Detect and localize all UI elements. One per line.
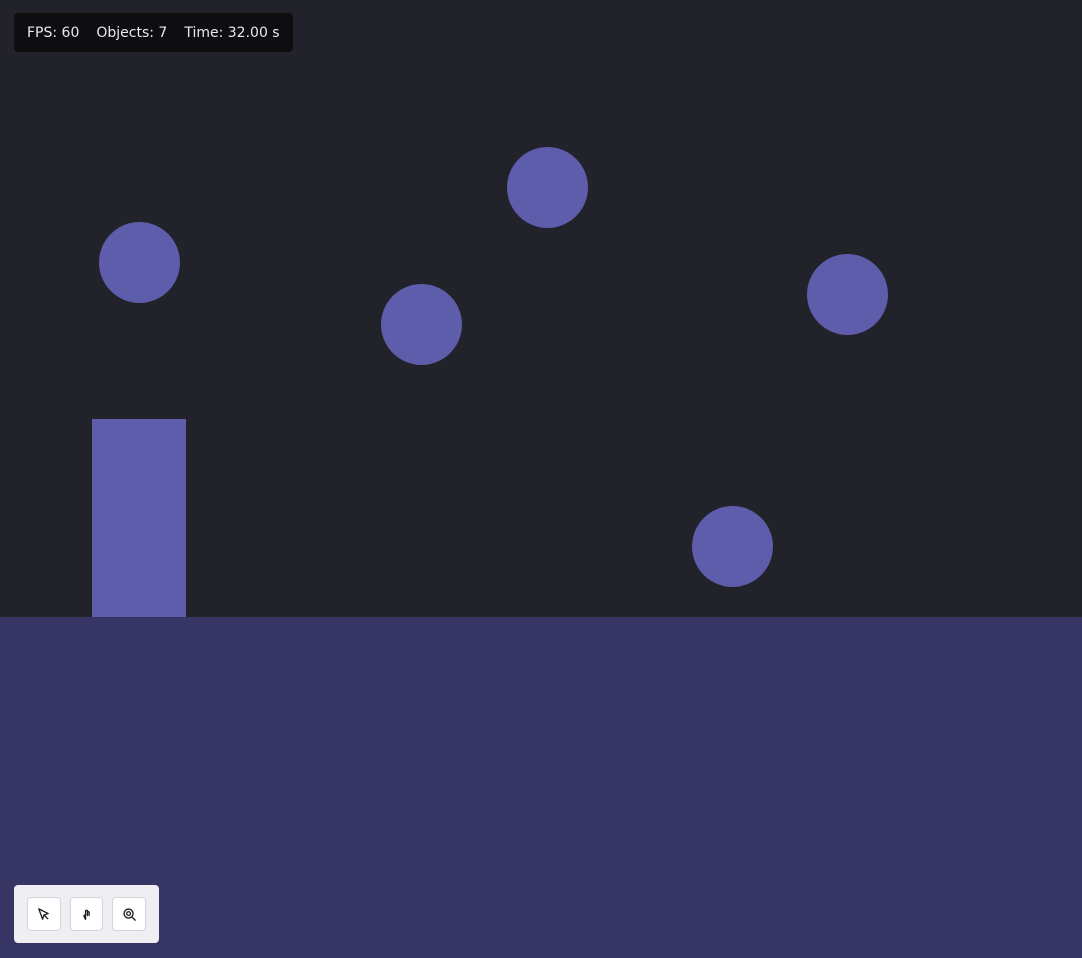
tool-palette <box>14 885 159 943</box>
box-body[interactable] <box>92 419 186 617</box>
stats-hud: FPS: 60 Objects: 7 Time: 32.00 s <box>14 13 293 52</box>
ball-body[interactable] <box>807 254 888 335</box>
zoom-tool-button[interactable] <box>112 897 147 931</box>
zoom-icon <box>123 907 136 921</box>
ball-body[interactable] <box>99 222 180 303</box>
ball-body[interactable] <box>507 147 588 228</box>
select-pointer-icon <box>38 907 50 920</box>
fps-readout: FPS: 60 <box>27 24 80 41</box>
ball-body[interactable] <box>692 506 773 587</box>
grab-tool-button[interactable] <box>69 897 104 931</box>
physics-canvas[interactable]: FPS: 60 Objects: 7 Time: 32.00 s <box>0 0 1082 958</box>
ball-body[interactable] <box>381 284 462 365</box>
ground-body[interactable] <box>0 617 1082 958</box>
object-count-readout: Objects: 7 <box>96 24 168 41</box>
grab-hand-icon <box>83 909 90 920</box>
select-tool-button[interactable] <box>27 897 61 931</box>
time-readout: Time: 32.00 s <box>184 24 280 41</box>
